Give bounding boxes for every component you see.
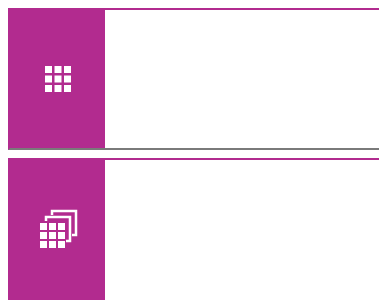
stacked-tables-icon bbox=[39, 209, 77, 248]
tile-multiple-tables[interactable] bbox=[8, 158, 379, 300]
tile-table-content bbox=[105, 10, 379, 148]
tile-table[interactable] bbox=[8, 8, 379, 150]
tile-multiple-tables-icon-panel bbox=[10, 160, 105, 300]
tile-multiple-tables-content bbox=[105, 160, 379, 300]
table-grid-icon bbox=[44, 66, 71, 92]
tile-table-icon-panel bbox=[10, 10, 105, 148]
